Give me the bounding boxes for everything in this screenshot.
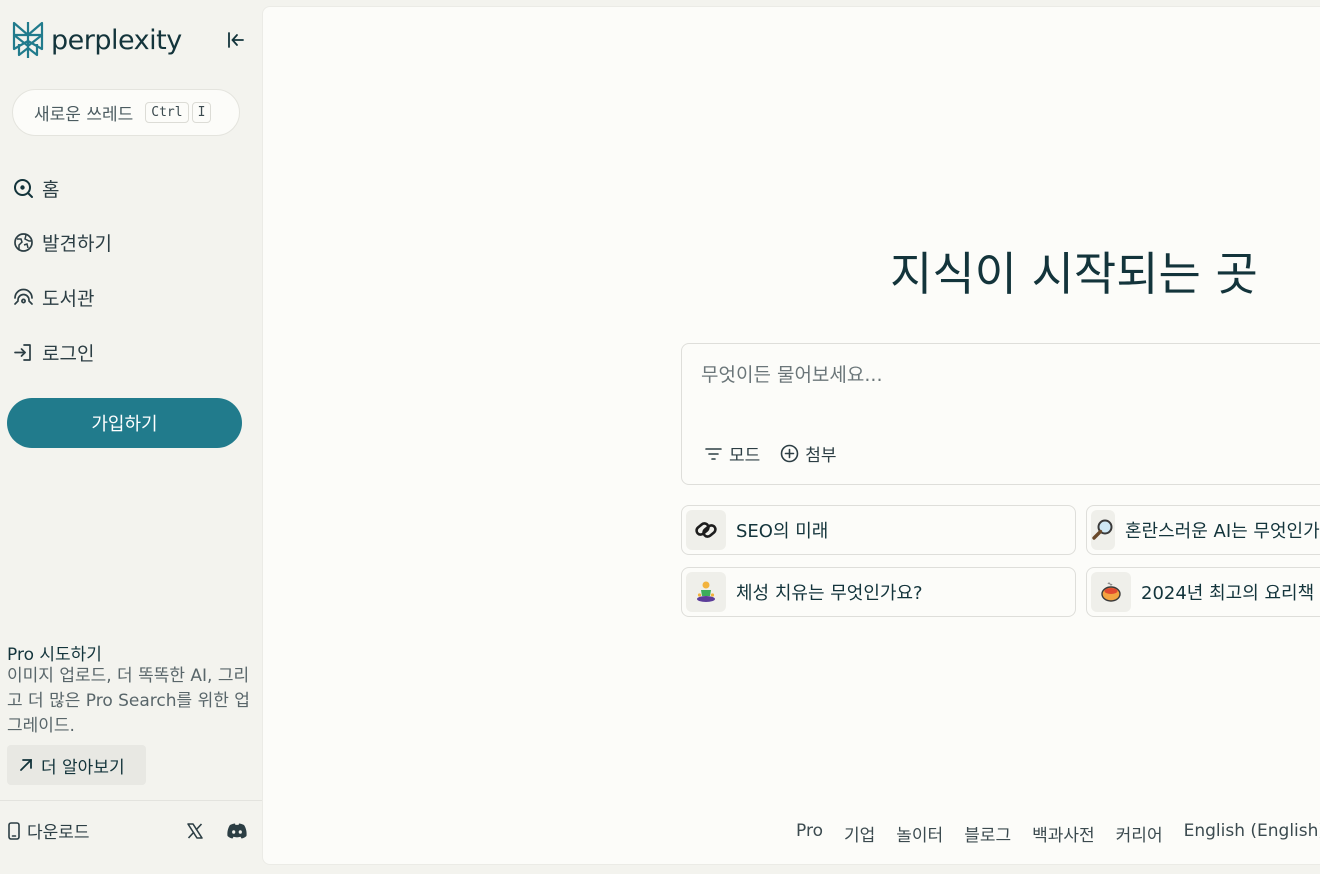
suggestion-label: 체성 치유는 무엇인가요? [736, 583, 923, 604]
globe-icon [14, 233, 33, 252]
sidebar-item-label: 로그인 [42, 343, 95, 365]
footer-link-encyclopedia[interactable]: 백과사전 [1032, 821, 1095, 846]
new-thread-button[interactable]: 새로운 쓰레드 Ctrl I [12, 89, 240, 136]
pro-title-suffix: 시도하기 [33, 645, 102, 665]
download-link[interactable]: 다운로드 [7, 818, 90, 843]
x-twitter-icon[interactable] [186, 822, 204, 840]
sidebar-item-label: 도서관 [42, 288, 95, 310]
search-icon [14, 179, 33, 198]
signup-button[interactable]: 가입하기 [7, 398, 242, 448]
language-selector[interactable]: English (English) [1184, 821, 1320, 846]
logo-text: perplexity [51, 24, 182, 56]
sidebar: perplexity 새로운 쓰레드 Ctrl I 홈 발견하기 도서관 로그인… [0, 0, 262, 874]
ask-box[interactable]: 모드 첨부 [681, 343, 1320, 485]
arrow-up-right-icon [20, 759, 32, 771]
mobile-icon [8, 821, 20, 840]
perplexity-logo-icon [12, 21, 44, 58]
footer-links: Pro 기업 놀이터 블로그 백과사전 커리어 English (English… [796, 821, 1320, 846]
sidebar-divider [0, 800, 262, 801]
plus-circle-icon [780, 444, 799, 463]
filter-icon [705, 448, 722, 460]
sidebar-item-discover[interactable]: 발견하기 [13, 229, 112, 256]
attach-label: 첨부 [805, 446, 837, 466]
magnifier-emoji-icon [1091, 510, 1115, 550]
library-icon [14, 288, 33, 305]
suggestion-label: 2024년 최고의 요리책 [1141, 583, 1315, 604]
shortcut-key-ctrl: Ctrl [145, 102, 189, 123]
footer-link-careers[interactable]: 커리어 [1116, 821, 1163, 846]
footer-link-blog[interactable]: 블로그 [964, 821, 1011, 846]
ask-tools: 모드 첨부 [704, 441, 837, 466]
footer-link-playground[interactable]: 놀이터 [896, 821, 943, 846]
mode-button[interactable]: 모드 [704, 441, 760, 466]
shortcut-key-i: I [191, 102, 212, 123]
search-input[interactable] [701, 364, 1301, 386]
discord-icon[interactable] [226, 822, 248, 840]
main-panel: 지식이 시작되는 곳 모드 첨부 [262, 6, 1320, 865]
pro-brand: Pro [7, 645, 34, 665]
food-emoji-icon [1091, 572, 1131, 612]
sidebar-item-home[interactable]: 홈 [13, 175, 59, 202]
new-thread-shortcut: Ctrl I [145, 102, 212, 123]
attach-button[interactable]: 첨부 [780, 441, 837, 466]
page-title: 지식이 시작되는 곳 [890, 247, 1258, 301]
collapse-left-icon [228, 32, 244, 48]
learn-more-button[interactable]: 더 알아보기 [7, 745, 146, 785]
footer-link-enterprise[interactable]: 기업 [844, 821, 875, 846]
perplexity-logo[interactable]: perplexity [11, 20, 182, 60]
suggestion-label: SEO의 미래 [736, 521, 829, 542]
suggestion-chip[interactable]: 혼란스러운 AI는 무엇인가요? [1086, 505, 1320, 555]
sidebar-item-library[interactable]: 도서관 [13, 284, 94, 311]
mode-label: 모드 [729, 446, 761, 466]
login-icon [14, 344, 31, 361]
sidebar-item-label: 홈 [42, 179, 60, 201]
new-thread-label: 새로운 쓰레드 [34, 105, 134, 125]
pro-title: Pro 시도하기 [7, 640, 102, 665]
suggestion-chip[interactable]: 2024년 최고의 요리책 [1086, 567, 1320, 617]
learn-more-label: 더 알아보기 [41, 757, 125, 778]
download-label: 다운로드 [27, 823, 90, 843]
footer-link-pro[interactable]: Pro [796, 821, 823, 846]
collapse-sidebar-button[interactable] [224, 28, 248, 52]
sidebar-item-login[interactable]: 로그인 [13, 339, 94, 366]
pro-description: 이미지 업로드, 더 똑똑한 AI, 그리고 더 많은 Pro Search를 … [7, 666, 250, 736]
meditation-emoji-icon [686, 572, 726, 612]
sidebar-item-label: 발견하기 [42, 233, 112, 255]
suggestion-chip[interactable]: 체성 치유는 무엇인가요? [681, 567, 1076, 617]
suggestion-chip[interactable]: SEO의 미래 [681, 505, 1076, 555]
suggestion-label: 혼란스러운 AI는 무엇인가요? [1125, 521, 1320, 542]
link-emoji-icon [686, 510, 726, 550]
